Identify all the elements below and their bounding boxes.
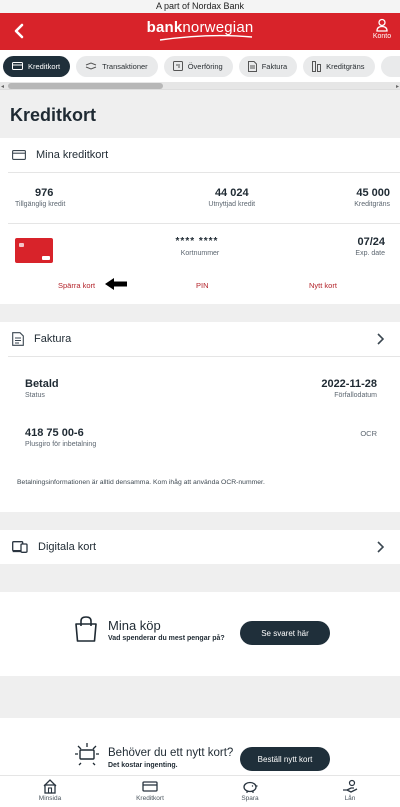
digital-cards-section[interactable]: Digitala kort	[0, 530, 400, 564]
credit-card-icon	[142, 781, 158, 792]
home-icon	[43, 779, 57, 794]
tab-label: Kreditgräns	[326, 61, 365, 71]
page-title: Kreditkort	[10, 105, 97, 125]
top-banner: A part of Nordax Bank	[0, 0, 400, 13]
section-title: Digitala kort	[38, 541, 97, 553]
nav-item-kreditkort[interactable]: Kreditkort	[100, 776, 200, 807]
scroll-left-arrow-icon[interactable]: ◂	[1, 83, 4, 90]
section-title: Mina kreditkort	[36, 149, 109, 161]
order-new-card-button[interactable]: Beställ nytt kort	[240, 747, 330, 771]
promo-title: Behöver du ett nytt kort?	[108, 747, 234, 759]
promo-subtitle: Det kostar ingenting.	[108, 762, 178, 769]
stat-value: 44 024	[214, 187, 249, 199]
credit-cards-section: Mina kreditkort 976 Tillgänglig kredit 4…	[0, 138, 400, 304]
brand-logo: banknorwegian	[0, 19, 400, 42]
new-card-link[interactable]: Nytt kort	[309, 281, 337, 290]
promo-subtitle: Vad spenderar du mest pengar på?	[108, 635, 225, 642]
payment-info-text: Betalningsinformationen är alltid densam…	[17, 479, 265, 486]
giro-value: 418 75 00-6	[25, 427, 84, 439]
tab-faktura[interactable]: Faktura	[238, 55, 298, 77]
transactions-icon	[85, 62, 97, 70]
digital-cards-header: Digitala kort	[0, 530, 400, 564]
tabs-scrollbar[interactable]: ◂ ▸	[0, 82, 400, 90]
invoice-details: Betald Status 2022-11-28 Förfallodatum 4…	[0, 357, 400, 507]
chevron-right-icon	[377, 541, 384, 553]
expiry-block: 07/24 Exp. date	[355, 236, 385, 257]
stat-label: Utnyttjad kredit	[208, 201, 256, 208]
tab-transaktioner[interactable]: Transaktioner	[76, 55, 158, 77]
card-row[interactable]: **** **** Kortnummer 07/24 Exp. date Spä…	[0, 224, 400, 304]
brand-bold: bank	[146, 19, 183, 36]
loan-hand-icon	[343, 779, 358, 793]
arrow-left-icon	[105, 278, 127, 290]
account-label: Konto	[372, 33, 392, 40]
tab-kreditgrans[interactable]: Kreditgräns	[303, 55, 375, 77]
app-header: banknorwegian Konto	[0, 13, 400, 50]
invoice-header[interactable]: Faktura	[0, 322, 400, 356]
promo-title: Mina köp	[108, 618, 161, 633]
tab-label: Transaktioner	[102, 61, 148, 71]
scroll-right-arrow-icon[interactable]: ▸	[396, 83, 399, 90]
devices-icon	[12, 541, 28, 553]
nav-label: Lån	[344, 795, 356, 802]
ocr-label: OCR	[360, 429, 377, 438]
stat-limit: 45 000 Kreditgräns	[354, 187, 390, 208]
credit-stats: 976 Tillgänglig kredit 44 024 Utnyttjad …	[0, 187, 400, 208]
account-button[interactable]: Konto	[370, 18, 394, 40]
tab-label: Kreditkort	[28, 61, 61, 71]
shopping-bag-icon	[75, 616, 97, 642]
invoice-section: Faktura Betald Status 2022-11-28 Förfall…	[0, 322, 400, 512]
scrollbar-thumb[interactable]	[8, 83, 163, 89]
stat-label: Tillgänglig kredit	[15, 201, 66, 208]
chevron-right-icon	[377, 333, 384, 345]
nav-label: Minsida	[38, 795, 62, 802]
divider	[8, 172, 400, 173]
due-date-value: 2022-11-28	[321, 378, 377, 390]
pin-link[interactable]: PIN	[196, 281, 209, 290]
invoice-document-icon	[12, 332, 24, 346]
user-icon	[376, 18, 388, 32]
tab-overforing[interactable]: Överföring	[163, 55, 233, 77]
stat-available: 976 Tillgänglig kredit	[15, 187, 65, 208]
card-number-block: **** **** Kortnummer	[0, 236, 400, 257]
nav-item-lan[interactable]: Lån	[300, 776, 400, 807]
nav-item-minsida[interactable]: Minsida	[0, 776, 100, 807]
bottom-nav: Minsida Kreditkort Spara Lån	[0, 775, 400, 807]
nav-item-spara[interactable]: Spara	[200, 776, 300, 807]
brand-light: norwegian	[182, 19, 254, 36]
credit-cards-header: Mina kreditkort	[0, 138, 400, 172]
expiry-value: 07/24	[357, 236, 385, 248]
piggy-bank-icon	[243, 781, 258, 793]
card-number: **** ****	[175, 236, 219, 247]
block-card-link[interactable]: Spärra kort	[58, 281, 95, 290]
section-tabs: Kreditkort Transaktioner Överföring Fakt…	[0, 50, 400, 82]
new-card-promo: Behöver du ett nytt kort? Det kostar ing…	[0, 718, 400, 778]
nav-label: Kreditkort	[136, 795, 164, 802]
stat-used: 44 024 Utnyttjad kredit	[208, 187, 255, 208]
gauge-icon	[312, 60, 322, 72]
stat-value: 45 000	[356, 187, 390, 199]
card-icon	[12, 62, 23, 70]
transfer-icon	[172, 61, 183, 71]
stat-value: 976	[35, 187, 54, 199]
due-date-label: Förfallodatum	[334, 392, 377, 399]
document-icon	[247, 60, 257, 72]
section-title: Faktura	[34, 333, 72, 345]
purchases-promo: Mina köp Vad spenderar du mest pengar på…	[0, 592, 400, 676]
status-value: Betald	[25, 378, 59, 390]
tab-label: Överföring	[187, 61, 223, 71]
credit-card-icon	[12, 150, 26, 160]
see-answer-button[interactable]: Se svaret här	[240, 621, 330, 645]
status-label: Status	[25, 392, 45, 399]
tab-label: Faktura	[261, 61, 288, 71]
giro-label: Plusgiro för inbetalning	[25, 441, 97, 448]
nav-label: Spara	[241, 795, 259, 802]
tab-kreditkort[interactable]: Kreditkort	[3, 55, 71, 77]
new-card-sparkle-icon	[75, 743, 99, 766]
expiry-label: Exp. date	[355, 250, 385, 257]
card-number-label: Kortnummer	[180, 250, 220, 257]
tab-more[interactable]	[380, 55, 400, 77]
stat-label: Kreditgräns	[354, 201, 390, 208]
